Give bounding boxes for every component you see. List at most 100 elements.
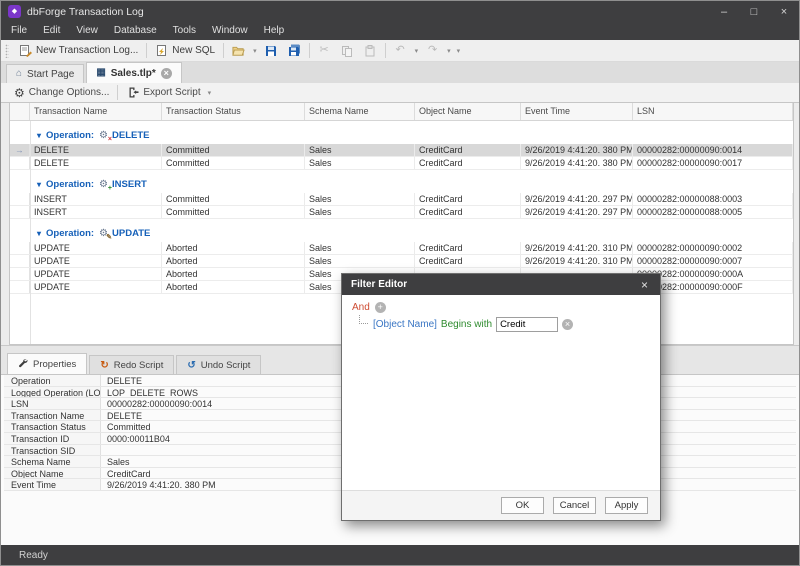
cell[interactable]: 00000282:00000088:0003 bbox=[633, 193, 793, 205]
save-button[interactable] bbox=[260, 41, 283, 61]
table-row[interactable]: UPDATEAbortedSalesCreditCard9/26/2019 4:… bbox=[10, 255, 793, 268]
redo-dropdown-icon[interactable]: ▾ bbox=[444, 47, 454, 55]
cell[interactable]: 00000282:00000090:0002 bbox=[633, 242, 793, 254]
redo-button[interactable]: ↷ bbox=[421, 41, 444, 61]
cell[interactable]: Sales bbox=[305, 144, 415, 156]
tab-start-page[interactable]: ⌂ Start Page bbox=[6, 64, 84, 83]
cell[interactable]: Sales bbox=[305, 206, 415, 218]
cell[interactable]: CreditCard bbox=[415, 206, 521, 218]
cell[interactable]: UPDATE bbox=[30, 255, 162, 267]
table-row[interactable]: INSERTCommittedSalesCreditCard9/26/2019 … bbox=[10, 193, 793, 206]
menu-database[interactable]: Database bbox=[106, 22, 165, 40]
cancel-button[interactable]: Cancel bbox=[553, 497, 596, 514]
condition-field[interactable]: [Object Name] bbox=[373, 319, 437, 330]
cell[interactable]: 9/26/2019 4:41:20. 297 PM bbox=[521, 206, 633, 218]
cell[interactable]: Committed bbox=[162, 206, 305, 218]
dialog-title-bar[interactable]: Filter Editor × bbox=[342, 274, 660, 295]
column-header-transaction-name[interactable]: Transaction Name bbox=[30, 103, 162, 120]
chevron-down-icon[interactable]: ▾ bbox=[37, 180, 41, 189]
condition-value-input[interactable] bbox=[496, 317, 558, 332]
cell[interactable]: CreditCard bbox=[415, 255, 521, 267]
column-header-object-name[interactable]: Object Name bbox=[415, 103, 521, 120]
export-script-button[interactable]: Export Script ▾ bbox=[121, 83, 219, 103]
cell[interactable]: 00000282:00000090:0017 bbox=[633, 157, 793, 169]
menu-view[interactable]: View bbox=[68, 22, 106, 40]
ok-button[interactable]: OK bbox=[501, 497, 544, 514]
cell[interactable]: 9/26/2019 4:41:20. 297 PM bbox=[521, 193, 633, 205]
column-header-schema-name[interactable]: Schema Name bbox=[305, 103, 415, 120]
open-file-button[interactable] bbox=[227, 41, 250, 61]
group-row-insert[interactable]: ▾Operation:⚙+INSERT bbox=[10, 175, 793, 193]
cell[interactable]: 9/26/2019 4:41:20. 310 PM bbox=[521, 242, 633, 254]
cell[interactable]: 9/26/2019 4:41:20. 380 PM bbox=[521, 157, 633, 169]
cell[interactable]: 00000282:00000090:0007 bbox=[633, 255, 793, 267]
cell[interactable]: INSERT bbox=[30, 193, 162, 205]
cell[interactable]: 00000282:00000088:0005 bbox=[633, 206, 793, 218]
cell[interactable]: Aborted bbox=[162, 268, 305, 280]
cell[interactable]: Sales bbox=[305, 242, 415, 254]
menu-window[interactable]: Window bbox=[204, 22, 256, 40]
column-header-lsn[interactable]: LSN bbox=[633, 103, 793, 120]
toolbar-grip[interactable] bbox=[5, 44, 9, 58]
cell[interactable]: Sales bbox=[305, 157, 415, 169]
table-row[interactable]: INSERTCommittedSalesCreditCard9/26/2019 … bbox=[10, 206, 793, 219]
cut-button[interactable]: ✂ bbox=[313, 41, 336, 61]
cell[interactable]: Committed bbox=[162, 193, 305, 205]
cell[interactable]: Committed bbox=[162, 144, 305, 156]
menu-help[interactable]: Help bbox=[256, 22, 293, 40]
chevron-down-icon[interactable]: ▾ bbox=[37, 131, 41, 140]
undo-dropdown-icon[interactable]: ▾ bbox=[412, 47, 422, 55]
cell[interactable]: 00000282:00000090:0014 bbox=[633, 144, 793, 156]
table-row[interactable]: UPDATEAbortedSalesCreditCard9/26/2019 4:… bbox=[10, 242, 793, 255]
tab-sales-tlp[interactable]: ▦ Sales.tlp* × bbox=[86, 62, 181, 83]
group-row-update[interactable]: ▾Operation:⚙✎UPDATE bbox=[10, 224, 793, 242]
toolbar-overflow-icon[interactable]: ▾ bbox=[454, 47, 464, 55]
chevron-down-icon[interactable]: ▾ bbox=[37, 229, 41, 238]
cell[interactable]: UPDATE bbox=[30, 281, 162, 293]
change-options-button[interactable]: ⚙ Change Options... bbox=[9, 83, 114, 103]
cell[interactable]: Aborted bbox=[162, 281, 305, 293]
cell[interactable]: 9/26/2019 4:41:20. 310 PM bbox=[521, 255, 633, 267]
cell[interactable]: CreditCard bbox=[415, 157, 521, 169]
condition-comparison[interactable]: Begins with bbox=[441, 319, 492, 330]
open-file-dropdown-icon[interactable]: ▾ bbox=[250, 47, 260, 55]
cell[interactable]: CreditCard bbox=[415, 193, 521, 205]
cell[interactable]: CreditCard bbox=[415, 144, 521, 156]
group-row-delete[interactable]: ▾Operation:⚙×DELETE bbox=[10, 126, 793, 144]
menu-file[interactable]: File bbox=[3, 22, 35, 40]
cell[interactable]: INSERT bbox=[30, 206, 162, 218]
tab-close-icon[interactable]: × bbox=[161, 68, 172, 79]
new-transaction-log-button[interactable]: New Transaction Log... bbox=[14, 41, 143, 61]
cell[interactable]: Sales bbox=[305, 255, 415, 267]
cell[interactable]: UPDATE bbox=[30, 268, 162, 280]
minimize-button[interactable]: – bbox=[709, 1, 739, 22]
add-condition-icon[interactable]: + bbox=[375, 302, 386, 313]
tab-redo-script[interactable]: ↻ Redo Script bbox=[89, 355, 174, 374]
copy-button[interactable] bbox=[336, 41, 359, 61]
cell[interactable]: DELETE bbox=[30, 157, 162, 169]
close-button[interactable]: × bbox=[769, 1, 799, 22]
cell[interactable]: UPDATE bbox=[30, 242, 162, 254]
column-header-event-time[interactable]: Event Time bbox=[521, 103, 633, 120]
cell[interactable]: Committed bbox=[162, 157, 305, 169]
undo-button[interactable]: ↶ bbox=[389, 41, 412, 61]
export-script-dropdown-icon[interactable]: ▾ bbox=[205, 89, 215, 97]
menu-edit[interactable]: Edit bbox=[35, 22, 68, 40]
column-header-transaction-status[interactable]: Transaction Status bbox=[162, 103, 305, 120]
remove-condition-icon[interactable]: × bbox=[562, 319, 573, 330]
tab-undo-script[interactable]: ↺ Undo Script bbox=[176, 355, 261, 374]
paste-button[interactable] bbox=[359, 41, 382, 61]
cell[interactable]: Aborted bbox=[162, 255, 305, 267]
cell[interactable]: DELETE bbox=[30, 144, 162, 156]
dialog-close-icon[interactable]: × bbox=[638, 278, 651, 292]
table-row[interactable]: DELETECommittedSalesCreditCard9/26/2019 … bbox=[10, 157, 793, 170]
cell[interactable]: 9/26/2019 4:41:20. 380 PM bbox=[521, 144, 633, 156]
maximize-button[interactable]: □ bbox=[739, 1, 769, 22]
cell[interactable]: CreditCard bbox=[415, 242, 521, 254]
cell[interactable]: Aborted bbox=[162, 242, 305, 254]
save-all-button[interactable] bbox=[283, 41, 306, 61]
new-sql-button[interactable]: New SQL bbox=[150, 41, 220, 61]
filter-operator[interactable]: And bbox=[352, 302, 370, 313]
tab-properties[interactable]: Properties bbox=[7, 353, 87, 374]
apply-button[interactable]: Apply bbox=[605, 497, 648, 514]
